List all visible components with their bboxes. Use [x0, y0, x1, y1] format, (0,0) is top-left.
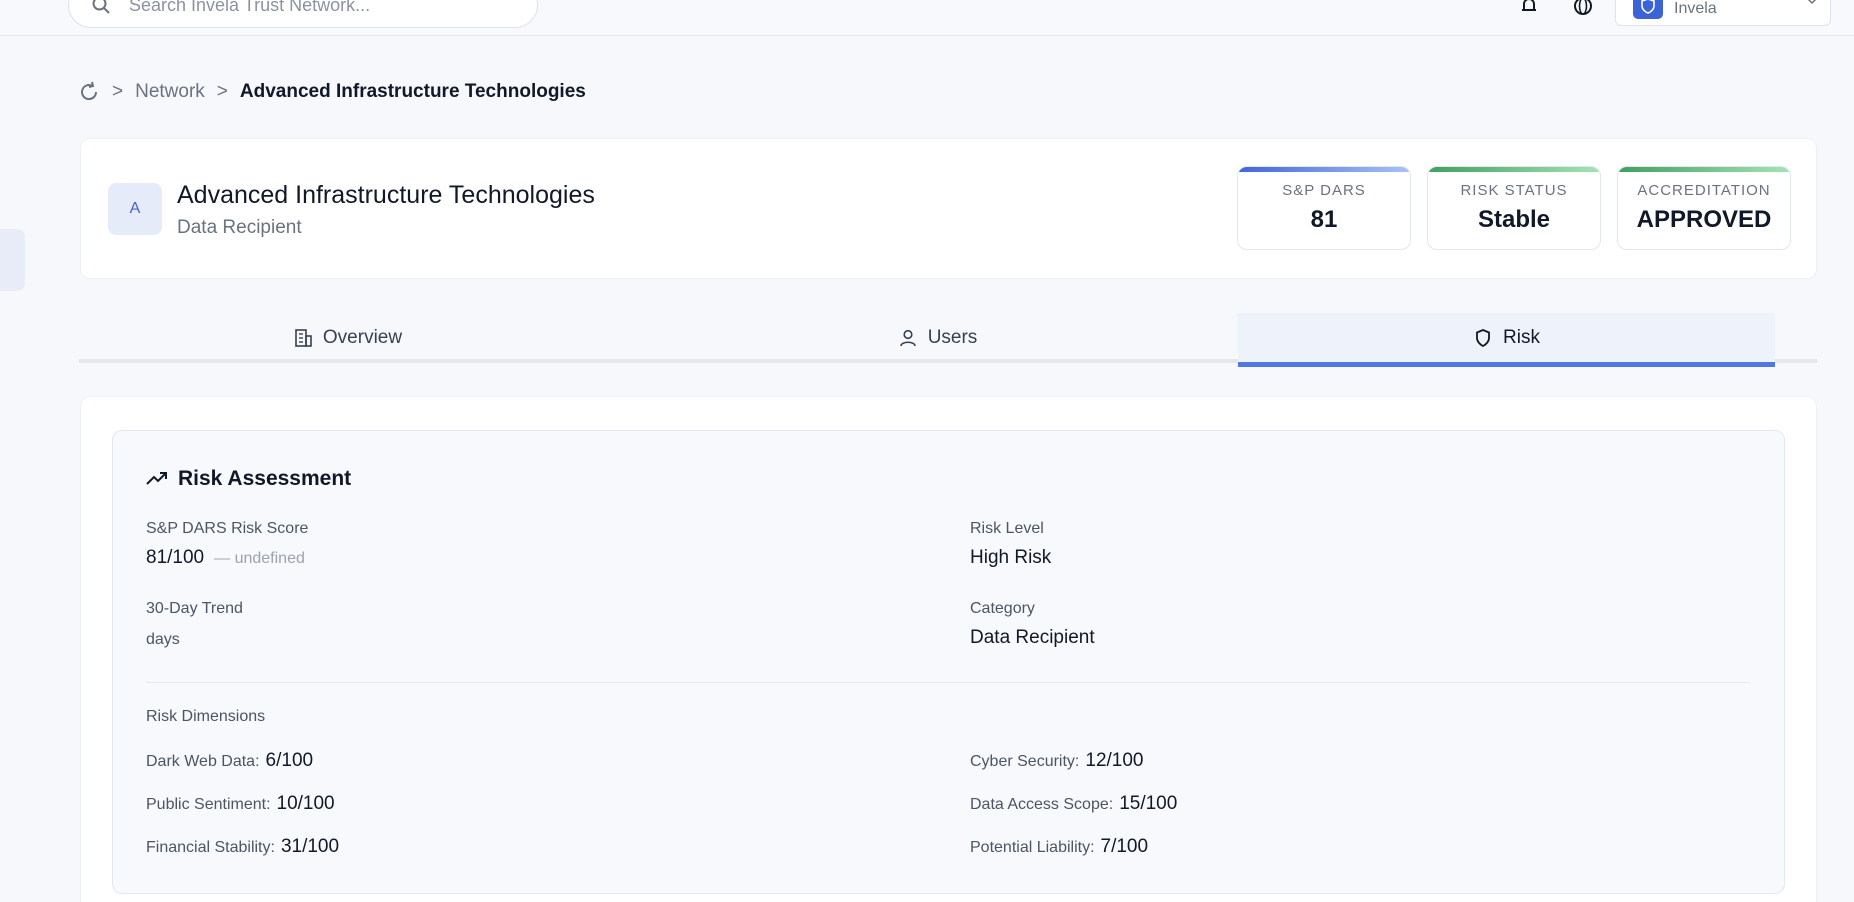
company-name: Advanced Infrastructure Technologies — [177, 181, 595, 209]
company-header-card: A Advanced Infrastructure Technologies D… — [80, 138, 1817, 279]
tab-risk[interactable]: Risk — [1238, 313, 1775, 367]
tab-label: Overview — [322, 327, 403, 348]
company-avatar: A — [108, 183, 162, 235]
divider — [146, 682, 1751, 683]
stat-value: 81 — [1310, 206, 1338, 233]
dimension-label: Public Sentiment: — [146, 796, 271, 813]
stat-accreditation: ACCREDITATION APPROVED — [1617, 166, 1791, 250]
stat-sp-dars: S&P DARS 81 — [1237, 166, 1411, 250]
breadcrumb: > Network > Advanced Infrastructure Tech… — [78, 81, 586, 103]
dimension-label: Data Access Scope: — [970, 796, 1114, 813]
search-input[interactable] — [129, 0, 489, 16]
category-label: Category — [970, 600, 1035, 617]
company-type: Data Recipient — [177, 217, 302, 238]
risk-level-value: High Risk — [970, 547, 1052, 568]
refresh-icon[interactable] — [78, 81, 100, 103]
top-bar: Invela — [0, 0, 1854, 36]
breadcrumb-current: Advanced Infrastructure Technologies — [239, 81, 586, 102]
breadcrumb-network-link[interactable]: Network — [135, 81, 205, 103]
user-menu[interactable]: Invela — [1615, 0, 1831, 26]
tab-label: Risk — [1503, 327, 1540, 348]
dimension-value: 10/100 — [276, 793, 335, 814]
stat-accent-bar — [1618, 167, 1790, 172]
sidebar-toggle[interactable] — [0, 229, 25, 291]
dimension-label: Dark Web Data: — [146, 753, 260, 770]
dimension-public-sentiment: Public Sentiment: 10/100 — [146, 793, 335, 815]
tab-bar: Overview Users Risk — [79, 313, 1817, 367]
dimension-dark-web-data: Dark Web Data: 6/100 — [146, 750, 313, 772]
breadcrumb-separator: > — [216, 81, 228, 102]
risk-title: Risk Assessment — [178, 467, 352, 490]
dimension-label: Financial Stability: — [146, 839, 275, 856]
dimension-financial-stability: Financial Stability: 31/100 — [146, 836, 339, 858]
user-org-name: Invela — [1674, 0, 1717, 17]
chevron-down-icon — [1807, 0, 1817, 5]
risk-score-label: S&P DARS Risk Score — [146, 520, 309, 537]
bell-icon[interactable] — [1517, 0, 1541, 18]
globe-icon[interactable] — [1571, 0, 1595, 18]
risk-assessment-heading: Risk Assessment — [146, 467, 351, 491]
stat-label: ACCREDITATION — [1637, 182, 1771, 199]
stat-label: S&P DARS — [1282, 182, 1366, 199]
building-icon — [295, 329, 312, 347]
risk-assessment-card: Risk Assessment S&P DARS Risk Score 81/1… — [112, 430, 1785, 894]
dimension-label: Cyber Security: — [970, 753, 1080, 770]
dimension-potential-liability: Potential Liability: 7/100 — [970, 836, 1148, 858]
stat-accent-bar — [1238, 167, 1410, 172]
user-icon — [899, 329, 916, 347]
risk-score-trend: — undefined — [214, 550, 305, 567]
stat-risk-status: RISK STATUS Stable — [1427, 166, 1601, 250]
stat-value: APPROVED — [1636, 206, 1772, 233]
tab-overview[interactable]: Overview — [79, 313, 616, 363]
search-icon — [92, 0, 110, 14]
dimension-value: 15/100 — [1119, 793, 1178, 814]
risk-score-value: 81/100 — [146, 547, 205, 568]
dimension-value: 6/100 — [265, 750, 314, 771]
dimension-cyber-security: Cyber Security: 12/100 — [970, 750, 1144, 772]
trending-up-icon — [146, 472, 167, 485]
dimension-value: 12/100 — [1085, 750, 1144, 771]
trend-label: 30-Day Trend — [146, 600, 243, 617]
stat-accent-bar — [1428, 167, 1600, 172]
risk-level-label: Risk Level — [970, 520, 1044, 537]
category-value: Data Recipient — [970, 627, 1095, 648]
dimension-value: 7/100 — [1100, 836, 1149, 857]
dimension-value: 31/100 — [280, 836, 340, 857]
tab-users[interactable]: Users — [669, 313, 1206, 363]
tab-label: Users — [927, 327, 978, 348]
risk-score-row: 81/100 — undefined — [146, 547, 305, 569]
dimension-label: Potential Liability: — [970, 839, 1095, 856]
trend-value: days — [146, 631, 180, 648]
org-logo-icon — [1633, 0, 1663, 19]
risk-dimensions-label: Risk Dimensions — [146, 708, 266, 725]
dimension-data-access-scope: Data Access Scope: 15/100 — [970, 793, 1177, 815]
stat-label: RISK STATUS — [1460, 182, 1568, 199]
shield-icon — [1476, 329, 1490, 348]
search-box[interactable] — [68, 0, 538, 28]
stat-value: Stable — [1477, 206, 1551, 233]
breadcrumb-separator: > — [112, 81, 124, 102]
